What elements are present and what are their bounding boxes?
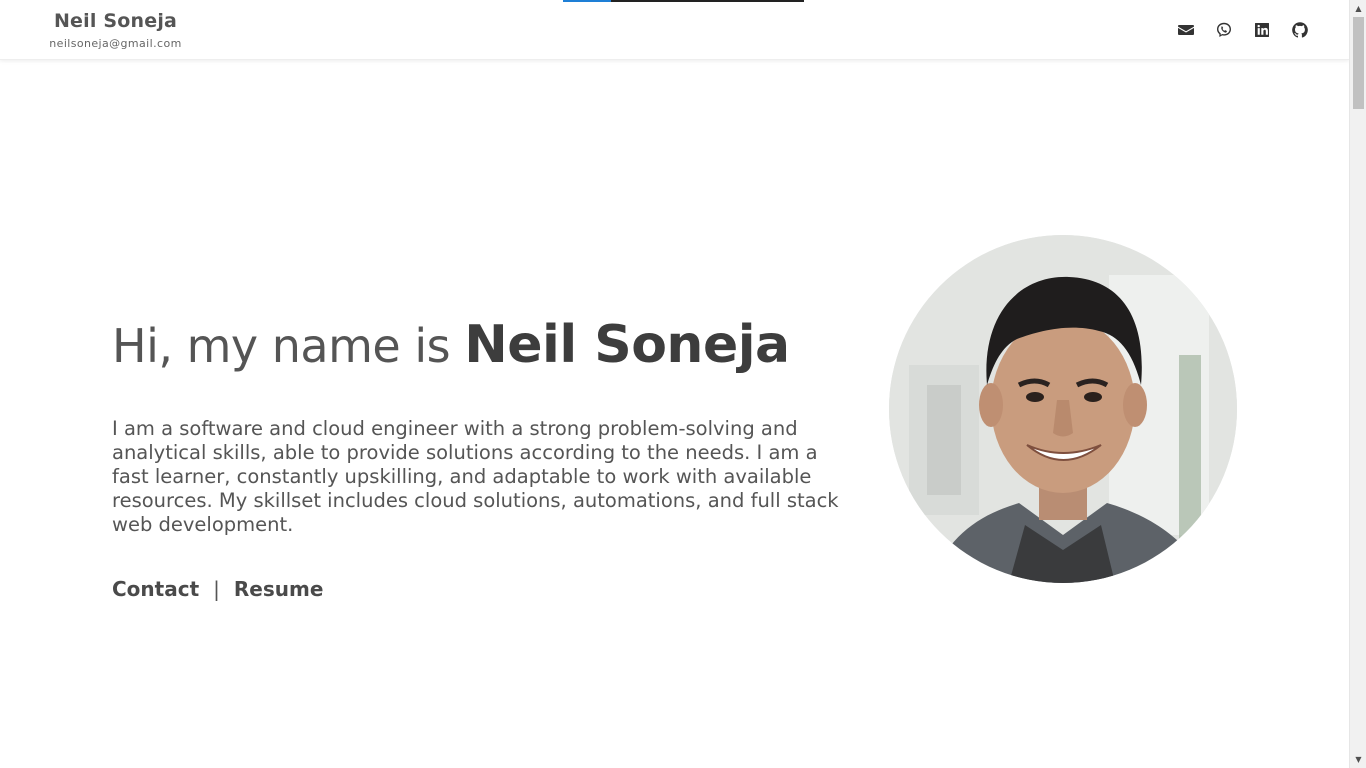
link-separator: |	[213, 577, 220, 601]
brand-name: Neil Soneja	[53, 10, 178, 32]
brand[interactable]: Neil Soneja neilsoneja@gmail.com	[48, 9, 183, 51]
linkedin-icon	[1255, 23, 1269, 37]
page-scrollbar[interactable]: ▲ ▼	[1349, 0, 1366, 768]
hero-description: I am a software and cloud engineer with …	[112, 417, 839, 536]
hero-heading: Hi, my name is Neil Soneja	[112, 310, 862, 381]
hero-links: Contact | Resume	[112, 577, 862, 601]
hero-greeting: Hi, my name is	[112, 319, 465, 373]
scroll-down-arrow-icon[interactable]: ▼	[1350, 751, 1366, 768]
brand-email: neilsoneja@gmail.com	[49, 37, 182, 50]
scroll-progress-bar	[563, 0, 804, 2]
navbar: Neil Soneja neilsoneja@gmail.com	[0, 0, 1349, 60]
viber-icon	[1217, 22, 1231, 37]
email-link[interactable]	[1167, 20, 1205, 40]
social-links	[1167, 20, 1319, 40]
scroll-progress-fill	[563, 0, 612, 2]
profile-photo-illustration	[889, 235, 1237, 583]
contact-link[interactable]: Contact	[112, 577, 199, 601]
hero-section: Hi, my name is Neil Soneja I am a softwa…	[112, 310, 862, 601]
scroll-up-arrow-icon[interactable]: ▲	[1350, 0, 1366, 17]
scroll-thumb[interactable]	[1353, 17, 1364, 109]
linkedin-link[interactable]	[1243, 20, 1281, 40]
hero-name: Neil Soneja	[464, 315, 790, 375]
github-link[interactable]	[1281, 20, 1319, 40]
profile-photo	[889, 235, 1237, 583]
github-icon	[1292, 22, 1308, 38]
envelope-icon	[1178, 25, 1194, 35]
resume-link[interactable]: Resume	[234, 577, 324, 601]
viber-link[interactable]	[1205, 20, 1243, 40]
